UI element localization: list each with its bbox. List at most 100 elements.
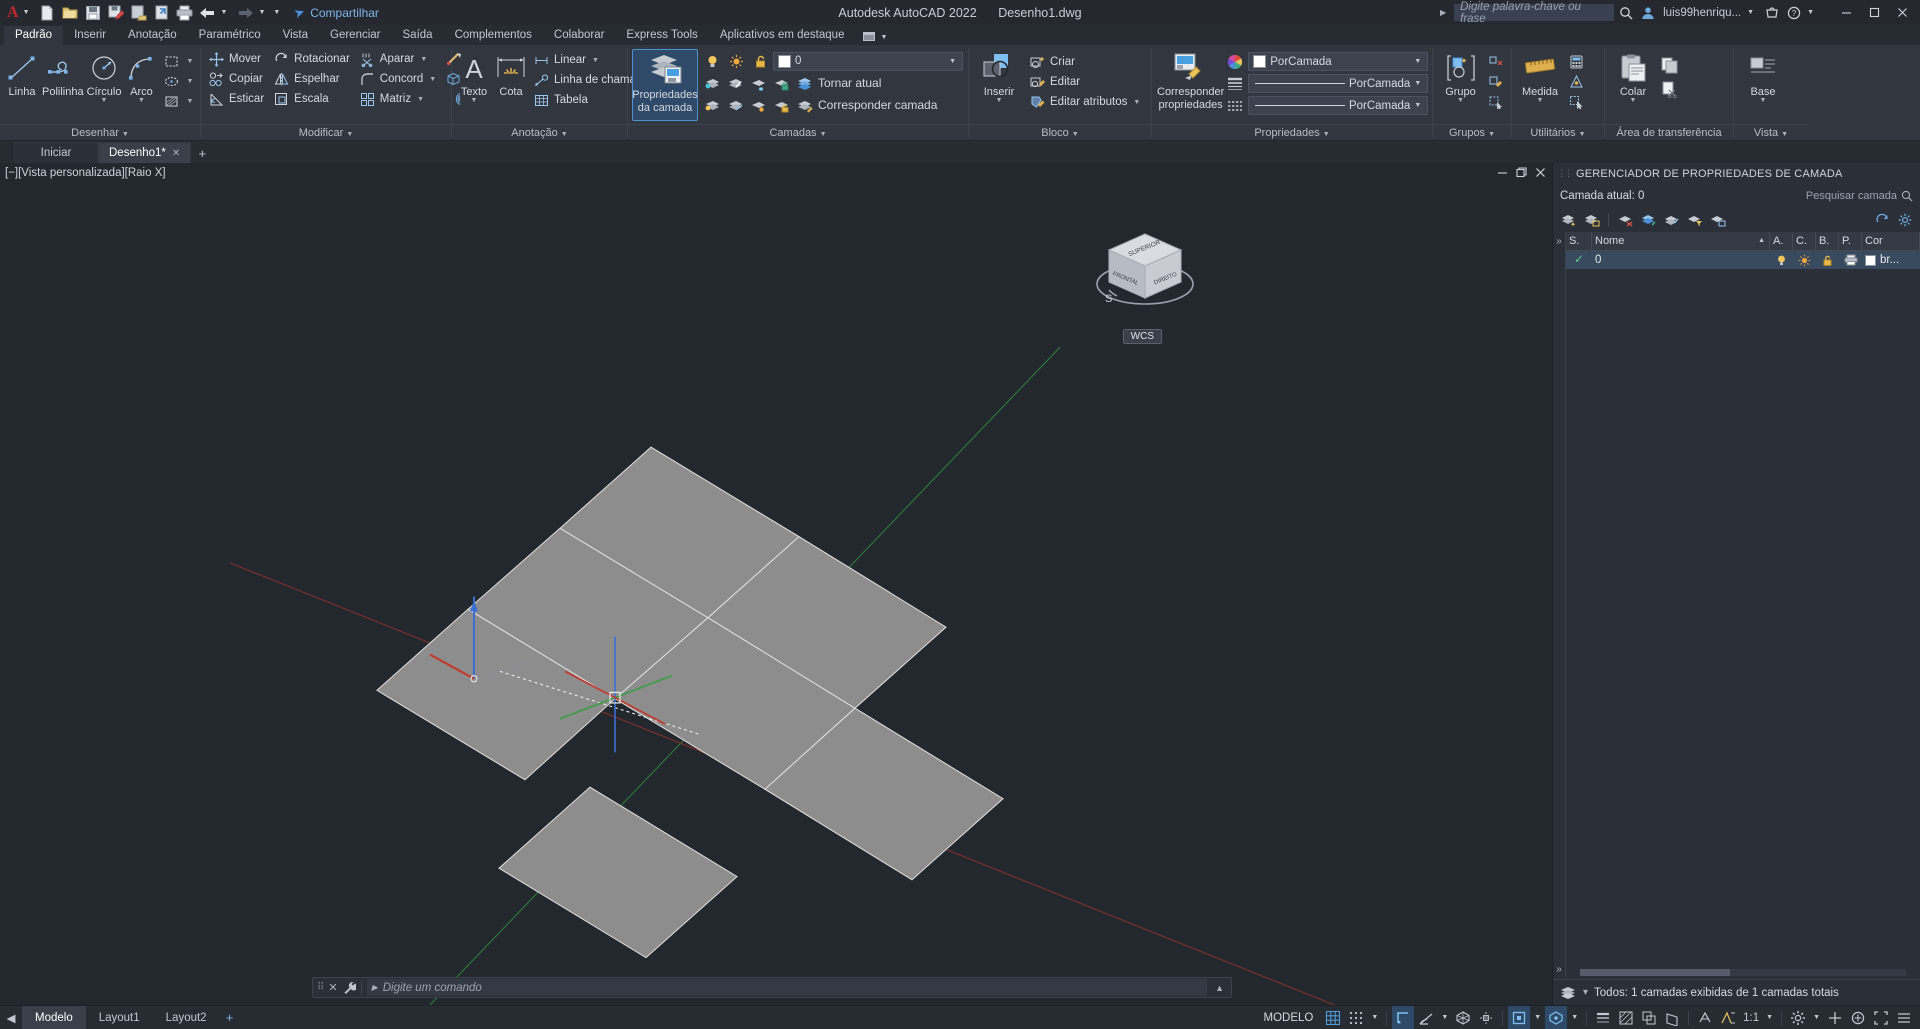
draw-hatch-button[interactable]: ▼ bbox=[160, 91, 196, 111]
layout-tab-layout1[interactable]: Layout1 bbox=[86, 1006, 153, 1029]
object-snap-chevron-icon[interactable]: ▼ bbox=[1531, 1006, 1544, 1029]
ribbon-tab-inserir[interactable]: Inserir bbox=[63, 26, 117, 45]
delete-layer-icon[interactable] bbox=[1615, 210, 1636, 230]
save-icon[interactable] bbox=[82, 2, 104, 23]
base-view-button[interactable]: Base ▼ bbox=[1738, 49, 1788, 106]
column-plot[interactable]: P. bbox=[1839, 231, 1862, 251]
layer-lock-icon[interactable] bbox=[770, 73, 792, 93]
group-button[interactable]: Grupo ▼ bbox=[1437, 49, 1484, 106]
autoscale-icon[interactable] bbox=[1717, 1006, 1739, 1029]
ribbon-tab-express-tools[interactable]: Express Tools bbox=[615, 26, 708, 45]
panel-anotacao-chevron-icon[interactable]: ▼ bbox=[561, 131, 568, 138]
settings-icon[interactable] bbox=[1894, 210, 1915, 230]
hscrollbar-track[interactable] bbox=[1580, 968, 1906, 976]
search-icon[interactable] bbox=[1901, 190, 1913, 202]
row-layer-thaw-icon[interactable] bbox=[1793, 251, 1816, 269]
layer-match-button[interactable]: Corresponder camada bbox=[793, 95, 940, 115]
row-layer-on-icon[interactable] bbox=[1770, 251, 1793, 269]
base-view-chevron-icon[interactable]: ▼ bbox=[1760, 97, 1767, 104]
snap-chevron-icon[interactable]: ▼ bbox=[1368, 1006, 1381, 1029]
measure-chevron-icon[interactable]: ▼ bbox=[1537, 97, 1544, 104]
draw-polyline-button[interactable]: Polilinha bbox=[41, 49, 85, 100]
annotation-text-chevron-icon[interactable]: ▼ bbox=[471, 97, 478, 104]
object-color-combo[interactable]: PorCamada ▼ bbox=[1248, 52, 1429, 71]
linewidth-icon[interactable] bbox=[1227, 77, 1245, 91]
layout-tab-layout2[interactable]: Layout2 bbox=[153, 1006, 220, 1029]
3d-snap-chevron-icon[interactable]: ▼ bbox=[1568, 1006, 1581, 1029]
layer-search[interactable]: Pesquisar camada bbox=[1806, 190, 1913, 202]
help-icon[interactable]: ? bbox=[1784, 3, 1804, 23]
paste-chevron-icon[interactable]: ▼ bbox=[1630, 97, 1637, 104]
layer-group-icon[interactable] bbox=[1707, 210, 1728, 230]
command-input[interactable]: ▶ Digite um comando bbox=[366, 979, 1208, 996]
wrench-icon[interactable] bbox=[343, 981, 356, 994]
layer-thaw-all-icon[interactable] bbox=[747, 95, 769, 115]
layer-properties-button[interactable]: Propriedades da camada bbox=[632, 49, 698, 121]
panel-grupos-chevron-icon[interactable]: ▼ bbox=[1488, 131, 1495, 138]
block-edit-attributes-button[interactable]: Editar atributos ▼ bbox=[1026, 92, 1143, 112]
draw-arc-chevron-icon[interactable]: ▼ bbox=[138, 97, 145, 104]
undo-icon[interactable] bbox=[197, 2, 219, 23]
layout-tab-modelo[interactable]: Modelo bbox=[22, 1006, 86, 1029]
transparency-icon[interactable] bbox=[1615, 1006, 1637, 1029]
modify-stretch-button[interactable]: Esticar bbox=[205, 89, 267, 109]
fullscreen-icon[interactable] bbox=[1870, 1006, 1892, 1029]
ungroup-icon[interactable] bbox=[1485, 52, 1507, 72]
user-chevron-icon[interactable]: ▼ bbox=[1746, 9, 1760, 16]
isolate-objects-icon[interactable] bbox=[1847, 1006, 1869, 1029]
ribbon-tab-anotacao[interactable]: Anotação bbox=[117, 26, 188, 45]
search-icon[interactable] bbox=[1616, 3, 1636, 23]
annotation-linear-chevron-icon[interactable]: ▼ bbox=[592, 57, 599, 64]
column-freeze[interactable]: C. bbox=[1793, 231, 1816, 251]
copy-clip-icon[interactable] bbox=[1658, 53, 1680, 77]
row-layer-unlock-icon[interactable] bbox=[1816, 251, 1839, 269]
modify-scale-button[interactable]: Escala bbox=[270, 89, 353, 109]
draw-line-button[interactable]: Linha bbox=[4, 49, 40, 100]
ribbon-tab-vista[interactable]: Vista bbox=[272, 26, 319, 45]
annotation-scale-chevron-icon[interactable]: ▼ bbox=[1763, 1006, 1776, 1029]
panel-utilitarios-chevron-icon[interactable]: ▼ bbox=[1579, 131, 1586, 138]
group-chevron-icon[interactable]: ▼ bbox=[1457, 97, 1464, 104]
block-insert-button[interactable]: Inserir ▼ bbox=[973, 49, 1025, 106]
group-edit-icon[interactable] bbox=[1485, 72, 1507, 92]
save-to-web-icon[interactable] bbox=[128, 2, 150, 23]
layer-freeze-icon[interactable] bbox=[747, 73, 769, 93]
dynamic-ucs-icon[interactable] bbox=[1661, 1006, 1683, 1029]
autodesk-app-store-icon[interactable] bbox=[1762, 3, 1782, 23]
lineweight-combo[interactable]: PorCamada ▼ bbox=[1248, 74, 1429, 93]
layer-on-icon[interactable] bbox=[701, 51, 723, 71]
object-color-chevron-icon[interactable]: ▼ bbox=[1410, 58, 1425, 65]
layer-states-icon[interactable] bbox=[1661, 210, 1682, 230]
modify-copy-button[interactable]: Copiar bbox=[205, 69, 267, 89]
modify-trim-chevron-icon[interactable]: ▼ bbox=[420, 56, 427, 63]
doc-tab-iniciar[interactable]: Iniciar bbox=[14, 142, 98, 163]
annotation-text-button[interactable]: A Texto ▼ bbox=[456, 49, 492, 106]
modify-array-chevron-icon[interactable]: ▼ bbox=[417, 96, 424, 103]
maximize-button[interactable] bbox=[1860, 2, 1888, 24]
expand-filter-tree-icon[interactable]: » bbox=[1556, 236, 1562, 247]
draw-rectangle-button[interactable]: ▼ bbox=[160, 51, 196, 71]
draw-ellipse-button[interactable]: ▼ bbox=[160, 71, 196, 91]
selection-cycling-icon[interactable] bbox=[1638, 1006, 1660, 1029]
sort-ascending-icon[interactable]: ▲ bbox=[1758, 232, 1765, 250]
ribbon-tab-extra-icon[interactable]: ▼ bbox=[863, 32, 887, 45]
isometric-drafting-icon[interactable] bbox=[1452, 1006, 1474, 1029]
draw-circle-button[interactable]: Círculo ▼ bbox=[86, 49, 123, 106]
layer-isolate-icon[interactable] bbox=[701, 73, 723, 93]
row-color[interactable]: br... bbox=[1862, 251, 1920, 269]
cut-clip-icon[interactable] bbox=[1658, 77, 1680, 101]
set-current-icon[interactable] bbox=[1638, 210, 1659, 230]
hardware-acceleration-icon[interactable] bbox=[1824, 1006, 1846, 1029]
search-chevron-icon[interactable]: ▶ bbox=[1440, 8, 1446, 17]
model-space-label[interactable]: MODELO bbox=[1256, 1012, 1322, 1024]
lineweight-display-icon[interactable] bbox=[1592, 1006, 1614, 1029]
workspace-switching-icon[interactable] bbox=[1787, 1006, 1809, 1029]
layer-manager-grip-icon[interactable]: ⋮⋮ bbox=[1557, 168, 1573, 179]
undo-chevron-icon[interactable]: ▼ bbox=[220, 9, 234, 16]
new-layer-vp-icon[interactable] bbox=[1581, 210, 1602, 230]
draw-circle-chevron-icon[interactable]: ▼ bbox=[101, 97, 108, 104]
measure-button[interactable]: Medida ▼ bbox=[1516, 49, 1564, 106]
refresh-icon[interactable] bbox=[1871, 210, 1892, 230]
quick-calc-icon[interactable] bbox=[1565, 52, 1587, 72]
help-chevron-icon[interactable]: ▼ bbox=[1806, 9, 1820, 16]
